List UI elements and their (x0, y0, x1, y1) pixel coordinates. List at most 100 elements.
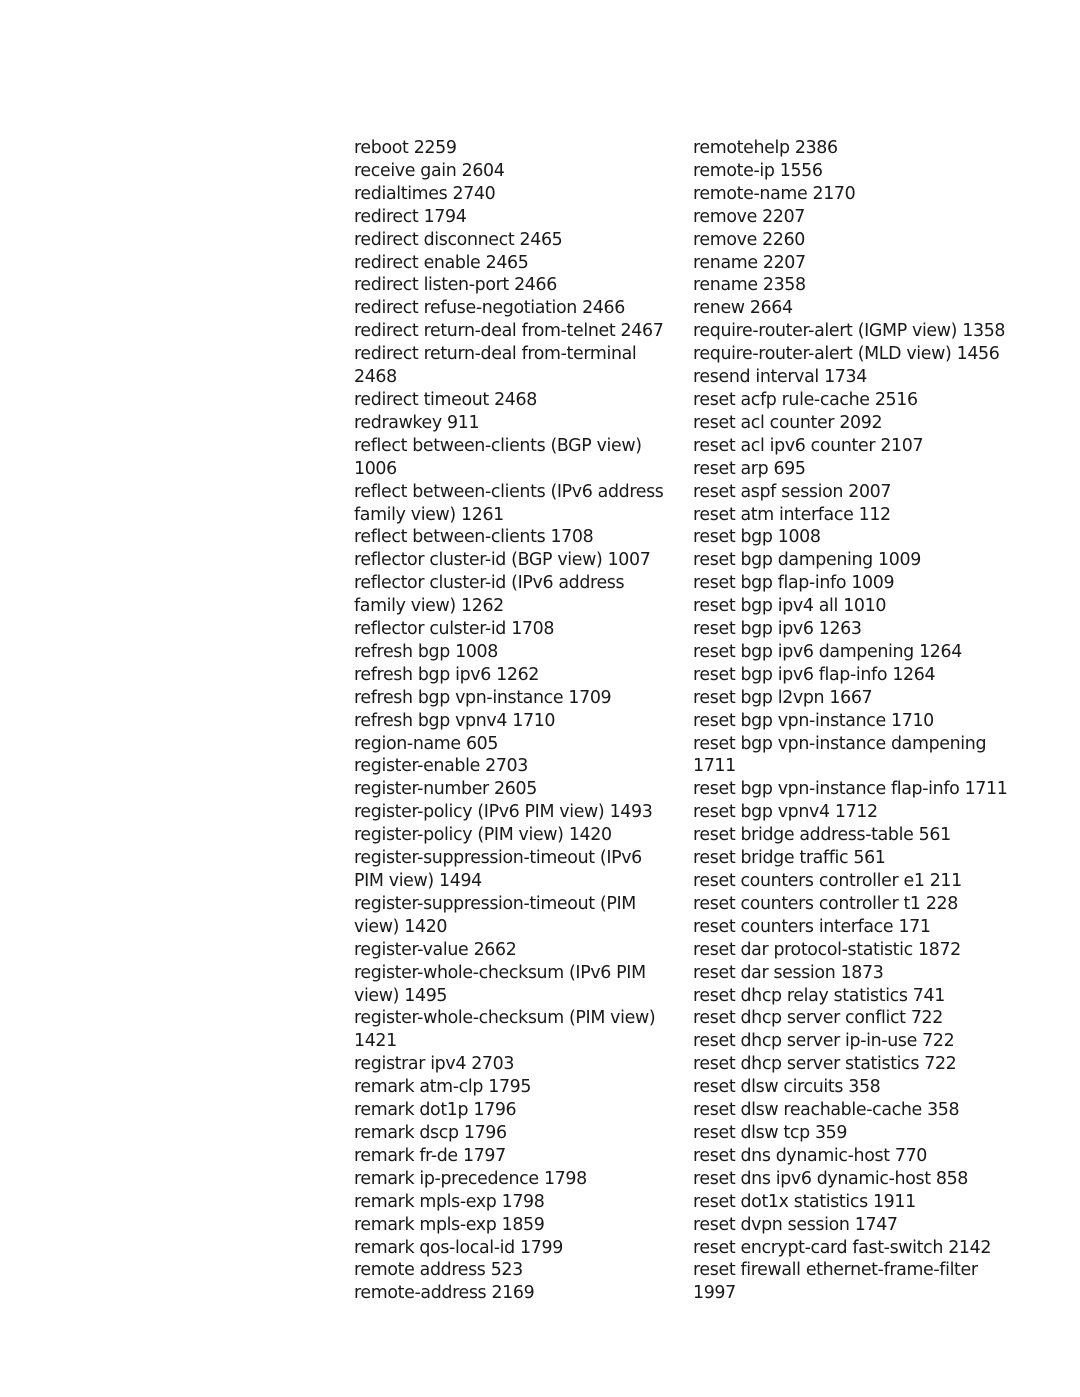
index-entry: require-router-alert (IGMP view) 1358 (693, 320, 1005, 343)
index-term: redirect return-deal from-telnet (354, 321, 616, 342)
index-entry: reset dhcp server statistics 722 (693, 1053, 1005, 1076)
index-entry: register-suppression-timeout (PIM view) 1… (354, 893, 666, 939)
index-entry: reset bridge traffic 561 (693, 847, 1005, 870)
page-reference: 2703 (485, 756, 528, 777)
index-entry: reflect between-clients (IPv6 address fam… (354, 481, 666, 527)
page-reference: 1795 (488, 1077, 532, 1098)
index-term: reflect between-clients (BGP view) (354, 435, 642, 456)
index-term: redirect refuse-negotiation (354, 298, 577, 319)
index-term: refresh bgp vpn-instance (354, 687, 564, 708)
index-entry: reset dlsw circuits 358 (693, 1076, 1005, 1099)
page-reference: 1667 (829, 687, 873, 708)
index-term: reset dns ipv6 dynamic-host (693, 1168, 931, 1189)
page-reference: 1261 (461, 504, 504, 525)
index-entry: reflector culster-id 1708 (354, 618, 666, 641)
index-entry: remote-name 2170 (693, 183, 1005, 206)
index-term: reset bgp ipv6 flap-info (693, 664, 888, 685)
page-reference: 1747 (854, 1214, 898, 1235)
index-term: reset firewall ethernet-frame-filter (693, 1260, 978, 1281)
index-term: remark qos-local-id (354, 1237, 515, 1258)
index-term: register-value (354, 939, 469, 960)
index-term: reflect between-clients (354, 527, 546, 548)
index-entry: reset bgp vpn-instance flap-info 1711 (693, 778, 1008, 801)
page-reference: 171 (898, 916, 931, 937)
page-reference: 358 (927, 1100, 960, 1121)
index-entry: remark mpls-exp 1798 (354, 1191, 666, 1214)
page-reference: 1873 (840, 962, 884, 983)
index-term: reset dvpn session (693, 1214, 850, 1235)
index-entry: reset dhcp server ip-in-use 722 (693, 1030, 1005, 1053)
page-reference: 1009 (851, 573, 895, 594)
index-page: reboot 2259 receive gain 2604 redialtimes … (0, 0, 1080, 1397)
index-entry: register-suppression-timeout (IPv6 PIM vi… (354, 847, 666, 893)
index-term: reset bgp ipv6 (693, 619, 814, 640)
index-term: remote address (354, 1260, 486, 1281)
page-reference: 228 (925, 893, 959, 914)
page-reference: 1262 (496, 664, 539, 685)
index-entry: redirect enable 2465 (354, 252, 666, 275)
index-entry: reset dlsw reachable-cache 358 (693, 1099, 1005, 1122)
page-reference: 2468 (354, 367, 397, 388)
page-reference: 1010 (843, 596, 887, 617)
page-reference: 2467 (620, 321, 664, 342)
index-entry: require-router-alert (MLD view) 1456 (693, 343, 1005, 366)
page-reference: 2358 (762, 275, 806, 296)
page-reference: 2703 (471, 1054, 515, 1075)
index-entry: reset dns dynamic-host 770 (693, 1145, 1005, 1168)
page-reference: 2740 (452, 183, 496, 204)
page-reference: 359 (814, 1122, 848, 1143)
index-entry: remove 2260 (693, 229, 1005, 252)
page-reference: 722 (910, 1008, 944, 1029)
index-term: reset counters controller e1 (693, 871, 925, 891)
index-entry: reflect between-clients (BGP view) 1006 (354, 435, 666, 481)
index-term: redirect disconnect (354, 229, 515, 250)
page-reference: 1264 (892, 664, 936, 685)
index-term: reset dot1x statistics (693, 1191, 868, 1212)
index-entry: register-policy (IPv6 PIM view) 1493 (354, 801, 666, 824)
index-entry: reset bridge address-table 561 (693, 824, 1005, 847)
index-term: remark atm-clp (354, 1077, 484, 1098)
index-term: renew (693, 298, 745, 319)
page-reference: 1263 (818, 619, 862, 640)
index-term: remark dot1p (354, 1100, 469, 1121)
index-entry: remark dot1p 1796 (354, 1099, 666, 1122)
index-entry: redirect 1794 (354, 206, 666, 229)
index-entry: reflector cluster-id (BGP view) 1007 (354, 549, 666, 572)
index-term: remote-name (693, 183, 808, 204)
index-term: require-router-alert (MLD view) (693, 344, 952, 365)
index-term: remark mpls-exp (354, 1214, 497, 1235)
page-reference: 1796 (463, 1122, 507, 1143)
index-entry: reset bgp vpn-instance 1710 (693, 710, 1005, 733)
index-term: reset bgp vpn-instance (693, 710, 886, 731)
index-column-right: remotehelp 2386 remote-ip 1556 remote-name… (693, 137, 1013, 1305)
index-term: reset arp (693, 458, 769, 479)
index-entry: reflector cluster-id (IPv6 address family… (354, 572, 666, 618)
page-reference: 1710 (891, 710, 934, 731)
index-term: reset bgp ipv6 dampening (693, 641, 914, 662)
index-entry: reset bgp dampening 1009 (693, 549, 1005, 572)
index-entry: reboot 2259 (354, 137, 666, 160)
page-reference: 112 (858, 504, 892, 525)
index-entry: reset bgp ipv4 all 1010 (693, 595, 1005, 618)
page-reference: 1911 (872, 1191, 916, 1212)
index-entry: remove 2207 (693, 206, 1005, 229)
page-reference: 2466 (582, 298, 625, 319)
page-reference: 1734 (824, 367, 867, 388)
page-reference: 1711 (964, 779, 1008, 800)
index-term: reset counters interface (693, 916, 894, 937)
index-term: register-enable (354, 756, 480, 777)
page-reference: 722 (922, 1031, 955, 1052)
index-entry: remote-address 2169 (354, 1282, 666, 1305)
page-reference: 770 (894, 1145, 928, 1166)
page-reference: 1262 (461, 596, 504, 617)
page-reference: 1420 (568, 825, 612, 846)
index-entry: remotehelp 2386 (693, 137, 1005, 160)
index-term: refresh bgp ipv6 (354, 664, 491, 685)
page-reference: 2170 (812, 183, 856, 204)
page-reference: 1495 (404, 985, 448, 1006)
index-term: refresh bgp (354, 641, 450, 662)
index-entry: reset counters controller t1 228 (693, 893, 1005, 916)
index-term: reset bgp flap-info (693, 573, 847, 594)
index-term: register-whole-checksum (IPv6 PIM view) (354, 962, 646, 1006)
page-reference: 1798 (501, 1191, 545, 1212)
